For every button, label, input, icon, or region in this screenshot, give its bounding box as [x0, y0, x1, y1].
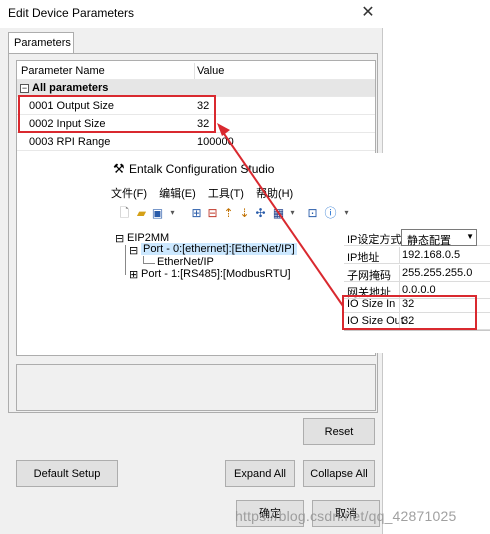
- watermark: https://blog.csdn.net/qq_42871025: [235, 508, 457, 524]
- annotation-arrow: [217, 123, 344, 307]
- arrow-head: [217, 123, 230, 136]
- arrow-line: [219, 127, 344, 307]
